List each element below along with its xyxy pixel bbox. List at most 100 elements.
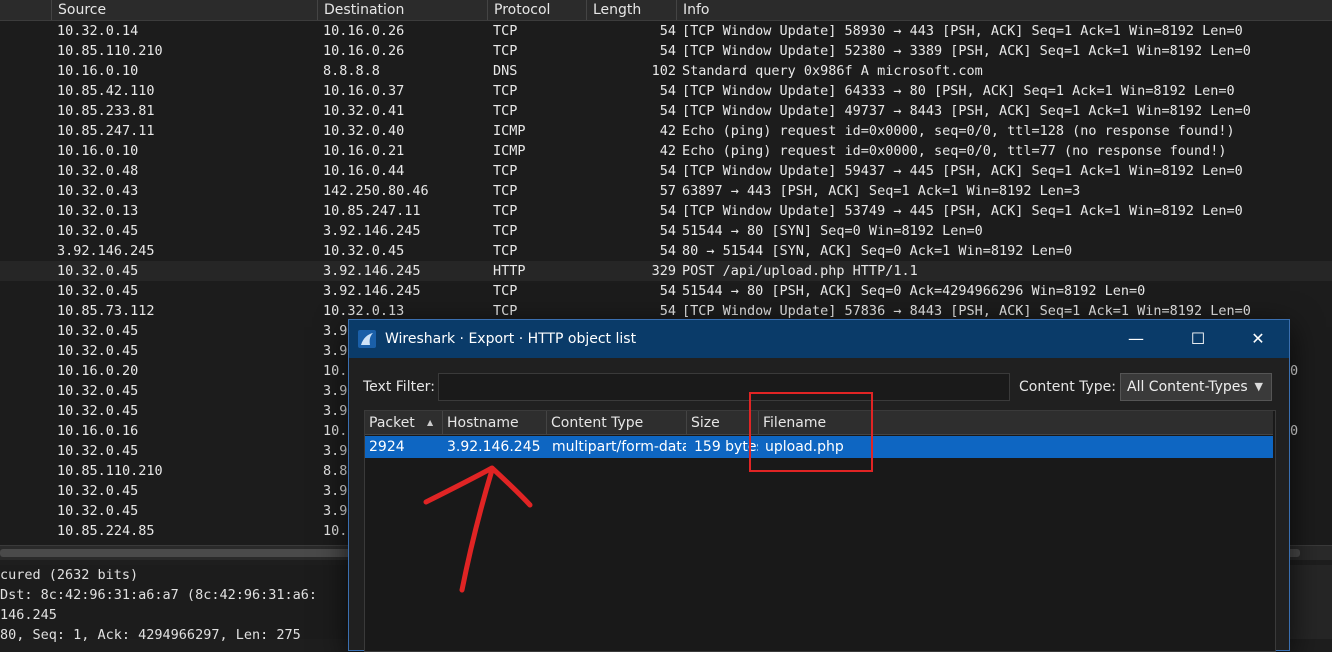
cell-destination: 10.16.0.26 bbox=[323, 43, 405, 59]
packet-row[interactable]: 10.85.42.110 10.16.0.37 TCP 54 [TCP Window U… bbox=[0, 81, 1332, 101]
content-type-label: Content Type: bbox=[1019, 379, 1117, 395]
cell-protocol: TCP bbox=[493, 163, 518, 179]
text-filter-label: Text Filter: bbox=[363, 379, 435, 395]
cell-length: 42 bbox=[659, 143, 676, 159]
cell-length: 54 bbox=[659, 23, 676, 39]
packet-row[interactable]: 10.16.0.10 10.16.0.21 ICMP 42 Echo (ping) re… bbox=[0, 141, 1332, 161]
cell-source: 3.92.146.245 bbox=[57, 243, 155, 259]
cell-destination: 10.16.0.44 bbox=[323, 163, 405, 179]
packet-row[interactable]: 10.85.247.11 10.32.0.40 ICMP 42 Echo (ping) … bbox=[0, 121, 1332, 141]
close-button[interactable]: ✕ bbox=[1235, 320, 1281, 358]
cell-source: 10.32.0.45 bbox=[57, 263, 139, 279]
maximize-button[interactable]: ☐ bbox=[1175, 320, 1221, 358]
cell-source: 10.32.0.45 bbox=[57, 223, 139, 239]
packet-row[interactable]: 10.32.0.45 3.92.146.245 HTTP 329 POST /api/u… bbox=[0, 261, 1332, 281]
cell-protocol: TCP bbox=[493, 303, 518, 319]
content-type-select[interactable]: All Content-Types ▼ bbox=[1120, 373, 1272, 401]
cell-length: 102 bbox=[651, 63, 676, 79]
cell-info: 0 bbox=[1290, 363, 1299, 379]
cell-destination: 3.92.146.245 bbox=[323, 263, 421, 279]
text-filter-input[interactable] bbox=[438, 373, 1010, 401]
cell-destination: 10.85.247.11 bbox=[323, 203, 421, 219]
cell-source: 10.85.110.210 bbox=[57, 463, 163, 479]
cell-destination: 3.92.146.245 bbox=[323, 223, 421, 239]
cell-destination: 3.9 bbox=[323, 343, 348, 359]
cell-destination: 10.16.0.26 bbox=[323, 23, 405, 39]
cell-info: 80 → 51544 [SYN, ACK] Seq=0 Ack=1 Win=81… bbox=[682, 243, 1073, 259]
cell-source: 10.32.0.45 bbox=[57, 403, 139, 419]
annotation-highlight-box bbox=[749, 392, 873, 472]
cell-info: [TCP Window Update] 52380 → 3389 [PSH, A… bbox=[682, 43, 1251, 59]
sort-ascending-icon: ▲ bbox=[427, 418, 434, 427]
dialog-titlebar[interactable]: Wireshark · Export · HTTP object list — … bbox=[349, 320, 1289, 358]
cell-length: 54 bbox=[659, 203, 676, 219]
column-header-length[interactable]: Length bbox=[586, 0, 676, 20]
column-header-hostname[interactable]: Hostname bbox=[443, 411, 547, 435]
cell-info: [TCP Window Update] 53749 → 445 [PSH, AC… bbox=[682, 203, 1243, 219]
packet-row[interactable]: 10.32.0.48 10.16.0.44 TCP 54 [TCP Window Upd… bbox=[0, 161, 1332, 181]
cell-protocol: DNS bbox=[493, 63, 518, 79]
cell-source: 10.32.0.13 bbox=[57, 203, 139, 219]
cell-destination: 10.32.0.45 bbox=[323, 243, 405, 259]
cell-content-type: multipart/form-data bbox=[552, 439, 686, 455]
cell-info: [TCP Window Update] 59437 → 445 [PSH, AC… bbox=[682, 163, 1243, 179]
details-scrollbar[interactable] bbox=[1290, 565, 1332, 639]
cell-info: [TCP Window Update] 49737 → 8443 [PSH, A… bbox=[682, 103, 1251, 119]
wireshark-fin-icon bbox=[358, 330, 376, 348]
column-header-protocol[interactable]: Protocol bbox=[487, 0, 586, 20]
packet-row[interactable]: 10.32.0.43 142.250.80.46 TCP 57 63897 → 443 … bbox=[0, 181, 1332, 201]
content-type-value: All Content-Types bbox=[1127, 379, 1248, 395]
cell-length: 54 bbox=[659, 243, 676, 259]
packet-row[interactable]: 10.85.73.112 10.32.0.13 TCP 54 [TCP Window U… bbox=[0, 301, 1332, 321]
cell-info: 0 bbox=[1290, 423, 1299, 439]
cell-source: 10.32.0.45 bbox=[57, 483, 139, 499]
cell-info: Echo (ping) request id=0x0000, seq=0/0, … bbox=[682, 143, 1227, 159]
cell-source: 10.85.73.112 bbox=[57, 303, 155, 319]
cell-protocol: TCP bbox=[493, 23, 518, 39]
column-header-source[interactable]: Source bbox=[51, 0, 317, 20]
packet-row[interactable]: 10.32.0.13 10.85.247.11 TCP 54 [TCP Window U… bbox=[0, 201, 1332, 221]
column-header-info[interactable]: Info bbox=[676, 0, 1332, 20]
packet-row[interactable]: 10.32.0.45 3.92.146.245 TCP 54 51544 → 80 [S… bbox=[0, 221, 1332, 241]
cell-destination: 3.92.146.245 bbox=[323, 283, 421, 299]
cell-destination: 8.8 bbox=[323, 463, 348, 479]
cell-source: 10.16.0.10 bbox=[57, 143, 139, 159]
cell-source: 10.32.0.43 bbox=[57, 183, 139, 199]
cell-info: Standard query 0x986f A microsoft.com bbox=[682, 63, 983, 79]
column-header-packet-label: Packet bbox=[369, 415, 415, 431]
cell-protocol: ICMP bbox=[493, 123, 526, 139]
cell-protocol: ICMP bbox=[493, 143, 526, 159]
cell-source: 10.32.0.45 bbox=[57, 323, 139, 339]
cell-destination: 10.32.0.41 bbox=[323, 103, 405, 119]
column-header-packet[interactable]: Packet ▲ bbox=[365, 411, 443, 435]
minimize-button[interactable]: — bbox=[1113, 320, 1159, 358]
cell-source: 10.85.110.210 bbox=[57, 43, 163, 59]
packet-row[interactable]: 10.85.233.81 10.32.0.41 TCP 54 [TCP Window U… bbox=[0, 101, 1332, 121]
packet-row[interactable]: 10.16.0.10 8.8.8.8 DNS 102 Standard query 0x… bbox=[0, 61, 1332, 81]
packet-row[interactable]: 3.92.146.245 10.32.0.45 TCP 54 80 → 51544 [S… bbox=[0, 241, 1332, 261]
cell-info: 51544 → 80 [SYN] Seq=0 Win=8192 Len=0 bbox=[682, 223, 983, 239]
column-header-destination[interactable]: Destination bbox=[317, 0, 487, 20]
cell-source: 10.32.0.45 bbox=[57, 503, 139, 519]
cell-length: 54 bbox=[659, 83, 676, 99]
cell-protocol: TCP bbox=[493, 103, 518, 119]
dialog-title: Wireshark · Export · HTTP object list bbox=[385, 331, 637, 347]
cell-protocol: HTTP bbox=[493, 263, 526, 279]
cell-destination: 10. bbox=[323, 363, 348, 379]
cell-source: 10.16.0.10 bbox=[57, 63, 139, 79]
packet-row[interactable]: 10.85.110.210 10.16.0.26 TCP 54 [TCP Window … bbox=[0, 41, 1332, 61]
cell-destination: 3.9 bbox=[323, 383, 348, 399]
column-header-no[interactable] bbox=[0, 0, 51, 20]
cell-protocol: TCP bbox=[493, 203, 518, 219]
column-header-content-type[interactable]: Content Type bbox=[547, 411, 687, 435]
packet-row[interactable]: 10.32.0.14 10.16.0.26 TCP 54 [TCP Window Upd… bbox=[0, 21, 1332, 41]
cell-source: 10.16.0.20 bbox=[57, 363, 139, 379]
cell-source: 10.32.0.14 bbox=[57, 23, 139, 39]
cell-length: 54 bbox=[659, 103, 676, 119]
cell-protocol: TCP bbox=[493, 223, 518, 239]
cell-source: 10.32.0.45 bbox=[57, 443, 139, 459]
cell-info: Echo (ping) request id=0x0000, seq=0/0, … bbox=[682, 123, 1235, 139]
chevron-down-icon: ▼ bbox=[1254, 380, 1263, 393]
cell-length: 54 bbox=[659, 43, 676, 59]
packet-row[interactable]: 10.32.0.45 3.92.146.245 TCP 54 51544 → 80 [P… bbox=[0, 281, 1332, 301]
